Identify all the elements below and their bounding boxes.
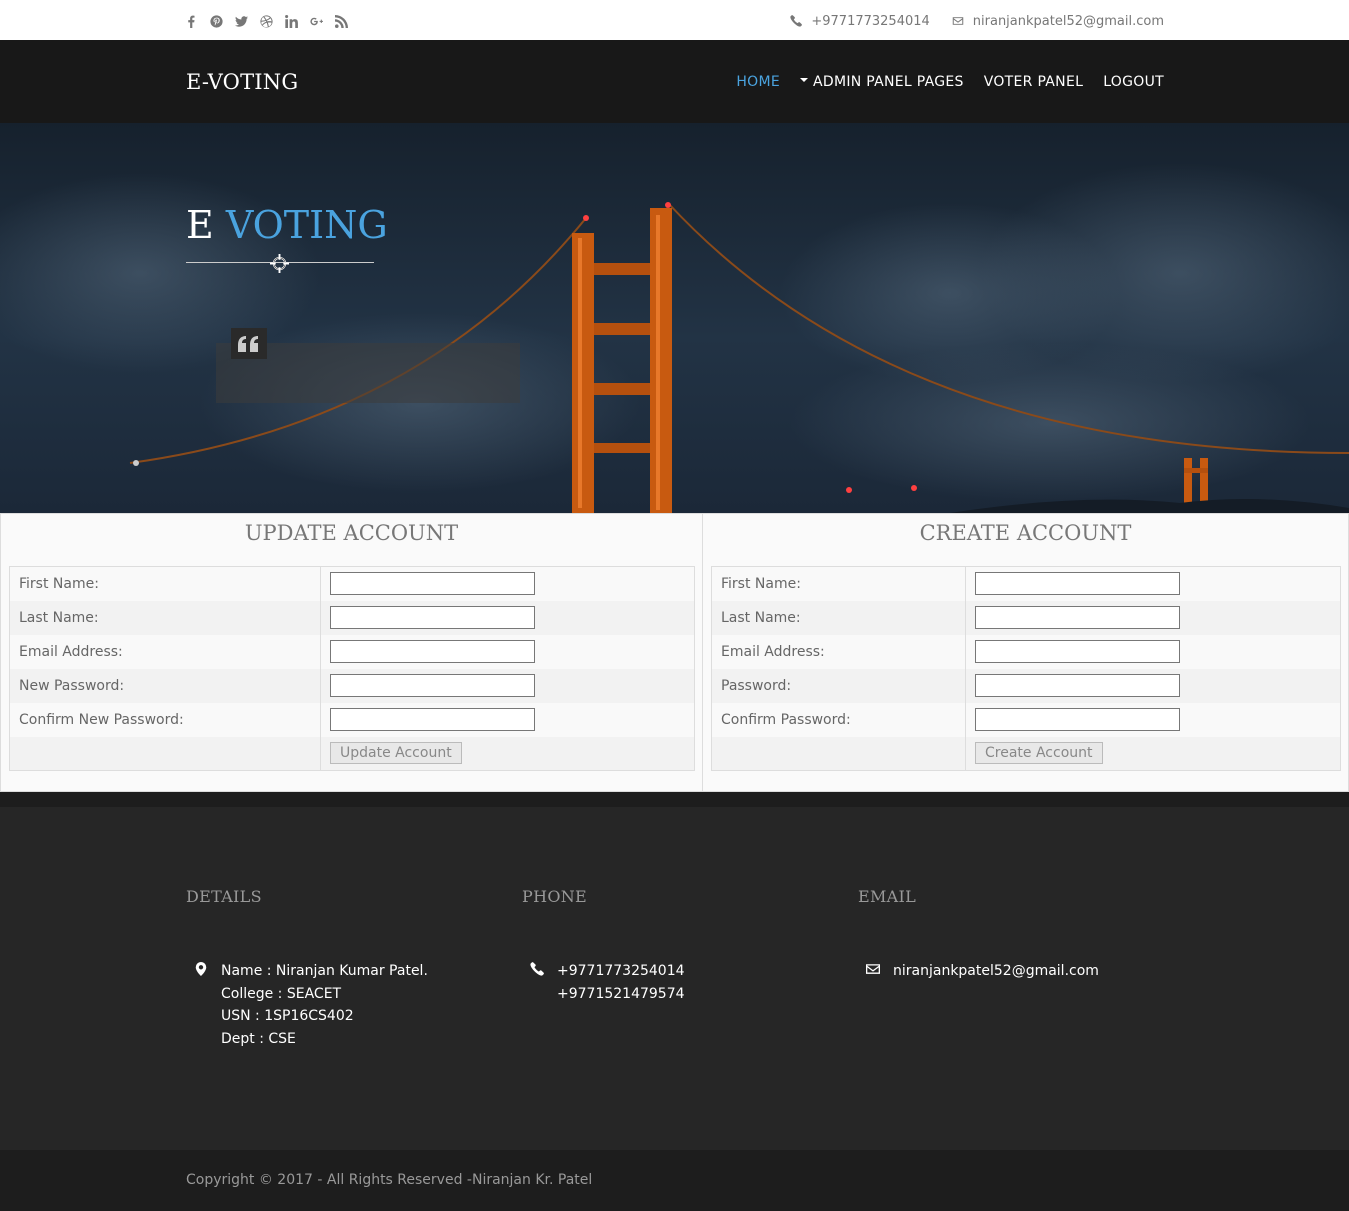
phone-icon xyxy=(790,15,803,27)
form-row: Password: xyxy=(711,668,1341,703)
form-row: Last Name: xyxy=(711,600,1341,635)
footer-phone-heading: PHONE xyxy=(522,887,588,906)
form-row: Create Account xyxy=(711,736,1341,771)
phone-number-1: +9771773254014 xyxy=(557,963,685,979)
last-name-label: Last Name: xyxy=(711,600,966,635)
update-email-input[interactable] xyxy=(330,640,535,663)
form-row: Confirm New Password: xyxy=(9,702,695,737)
email-label: Email Address: xyxy=(711,634,966,669)
rss-icon[interactable] xyxy=(334,14,348,28)
account-forms: UPDATE ACCOUNT First Name: Last Name: Em… xyxy=(0,513,1349,792)
section-divider xyxy=(0,792,1349,807)
form-row: Update Account xyxy=(9,736,695,771)
update-new-password-input[interactable] xyxy=(330,674,535,697)
top-email: niranjankpatel52@gmail.com xyxy=(952,14,1164,29)
copyright-text: Copyright © 2017 - All Rights Reserved -… xyxy=(186,1172,593,1188)
footer-details-heading: DETAILS xyxy=(186,887,262,906)
hero-title-part1: E xyxy=(186,203,214,247)
facebook-icon[interactable] xyxy=(184,14,198,28)
first-name-label: First Name: xyxy=(711,566,966,601)
detail-dept: Dept : CSE xyxy=(221,1030,296,1047)
social-links xyxy=(184,12,348,30)
email-label: Email Address: xyxy=(9,634,321,669)
navbar: E-VOTING HOME ADMIN PANEL PAGES VOTER PA… xyxy=(0,40,1349,123)
google-plus-icon[interactable] xyxy=(309,14,323,28)
form-row: Last Name: xyxy=(9,600,695,635)
linkedin-icon[interactable] xyxy=(284,14,298,28)
footer: DETAILS Name : Niranjan Kumar Patel. Col… xyxy=(0,807,1349,1150)
update-account-form: First Name: Last Name: Email Address: Ne… xyxy=(9,566,695,771)
create-account-button[interactable]: Create Account xyxy=(975,742,1103,765)
update-last-name-input[interactable] xyxy=(330,606,535,629)
hero-banner: E VOTING xyxy=(0,123,1349,513)
nav-admin-label: ADMIN PANEL PAGES xyxy=(812,74,964,90)
footer-email-heading: EMAIL xyxy=(858,887,917,906)
password-label: Password: xyxy=(711,668,966,703)
top-bar: +9771773254014 niranjankpatel52@gmail.co… xyxy=(0,0,1349,40)
hero-title: E VOTING xyxy=(186,203,388,247)
phone-number-2: +9771521479574 xyxy=(557,985,685,1002)
update-confirm-password-input[interactable] xyxy=(330,708,535,731)
envelope-icon xyxy=(952,17,964,25)
detail-name: Name : Niranjan Kumar Patel. xyxy=(221,963,428,979)
brand-logo[interactable]: E-VOTING xyxy=(186,70,298,94)
detail-usn: USN : 1SP16CS402 xyxy=(221,1008,354,1024)
confirm-password-label: Confirm Password: xyxy=(711,702,966,737)
form-row: First Name: xyxy=(9,566,695,601)
top-contact: +9771773254014 niranjankpatel52@gmail.co… xyxy=(790,12,1164,30)
map-marker-icon xyxy=(195,962,207,976)
nav-home[interactable]: HOME xyxy=(736,74,780,90)
update-account-panel: UPDATE ACCOUNT First Name: Last Name: Em… xyxy=(0,513,703,792)
create-password-input[interactable] xyxy=(975,674,1180,697)
new-password-label: New Password: xyxy=(9,668,321,703)
first-name-label: First Name: xyxy=(9,566,321,601)
quote-icon xyxy=(231,328,267,359)
footer-email: EMAIL niranjankpatel52@gmail.com xyxy=(858,887,1099,979)
form-row: Email Address: xyxy=(711,634,1341,669)
create-last-name-input[interactable] xyxy=(975,606,1180,629)
create-email-input[interactable] xyxy=(975,640,1180,663)
top-phone-text: +9771773254014 xyxy=(811,13,930,29)
copyright-bar: Copyright © 2017 - All Rights Reserved -… xyxy=(0,1150,1349,1211)
pinterest-icon[interactable] xyxy=(209,14,223,28)
update-account-heading: UPDATE ACCOUNT xyxy=(244,521,459,545)
last-name-label: Last Name: xyxy=(9,600,321,635)
create-account-form: First Name: Last Name: Email Address: Pa… xyxy=(711,566,1341,771)
nav-voter-panel[interactable]: VOTER PANEL xyxy=(984,74,1083,90)
nav-logout[interactable]: LOGOUT xyxy=(1103,74,1164,90)
crosshair-icon xyxy=(270,254,289,273)
update-first-name-input[interactable] xyxy=(330,572,535,596)
create-confirm-password-input[interactable] xyxy=(975,708,1180,731)
form-row: First Name: xyxy=(711,566,1341,601)
create-account-panel: CREATE ACCOUNT First Name: Last Name: Em… xyxy=(702,513,1349,792)
hero-title-part2: VOTING xyxy=(225,203,388,247)
dribbble-icon[interactable] xyxy=(259,14,273,28)
footer-email-address[interactable]: niranjankpatel52@gmail.com xyxy=(893,960,1099,983)
create-account-heading: CREATE ACCOUNT xyxy=(919,521,1132,545)
form-row: Confirm Password: xyxy=(711,702,1341,737)
update-account-button[interactable]: Update Account xyxy=(330,742,462,765)
footer-phone: PHONE +9771773254014 +9771521479574 xyxy=(522,887,685,1002)
caret-down-icon xyxy=(799,78,808,82)
detail-college: College : SEACET xyxy=(221,985,342,1002)
form-row: Email Address: xyxy=(9,634,695,669)
phone-icon xyxy=(530,962,544,976)
create-first-name-input[interactable] xyxy=(975,572,1180,596)
main-nav: HOME ADMIN PANEL PAGES VOTER PANEL LOGOU… xyxy=(736,74,1164,90)
top-email-text[interactable]: niranjankpatel52@gmail.com xyxy=(973,14,1164,29)
twitter-icon[interactable] xyxy=(234,14,248,28)
form-row: New Password: xyxy=(9,668,695,703)
bridge-background-image xyxy=(0,123,1349,513)
footer-details: DETAILS Name : Niranjan Kumar Patel. Col… xyxy=(186,887,428,1047)
top-phone: +9771773254014 xyxy=(790,13,930,29)
confirm-new-password-label: Confirm New Password: xyxy=(9,702,321,737)
envelope-icon xyxy=(866,964,880,974)
nav-admin-panel-pages[interactable]: ADMIN PANEL PAGES xyxy=(799,74,964,90)
